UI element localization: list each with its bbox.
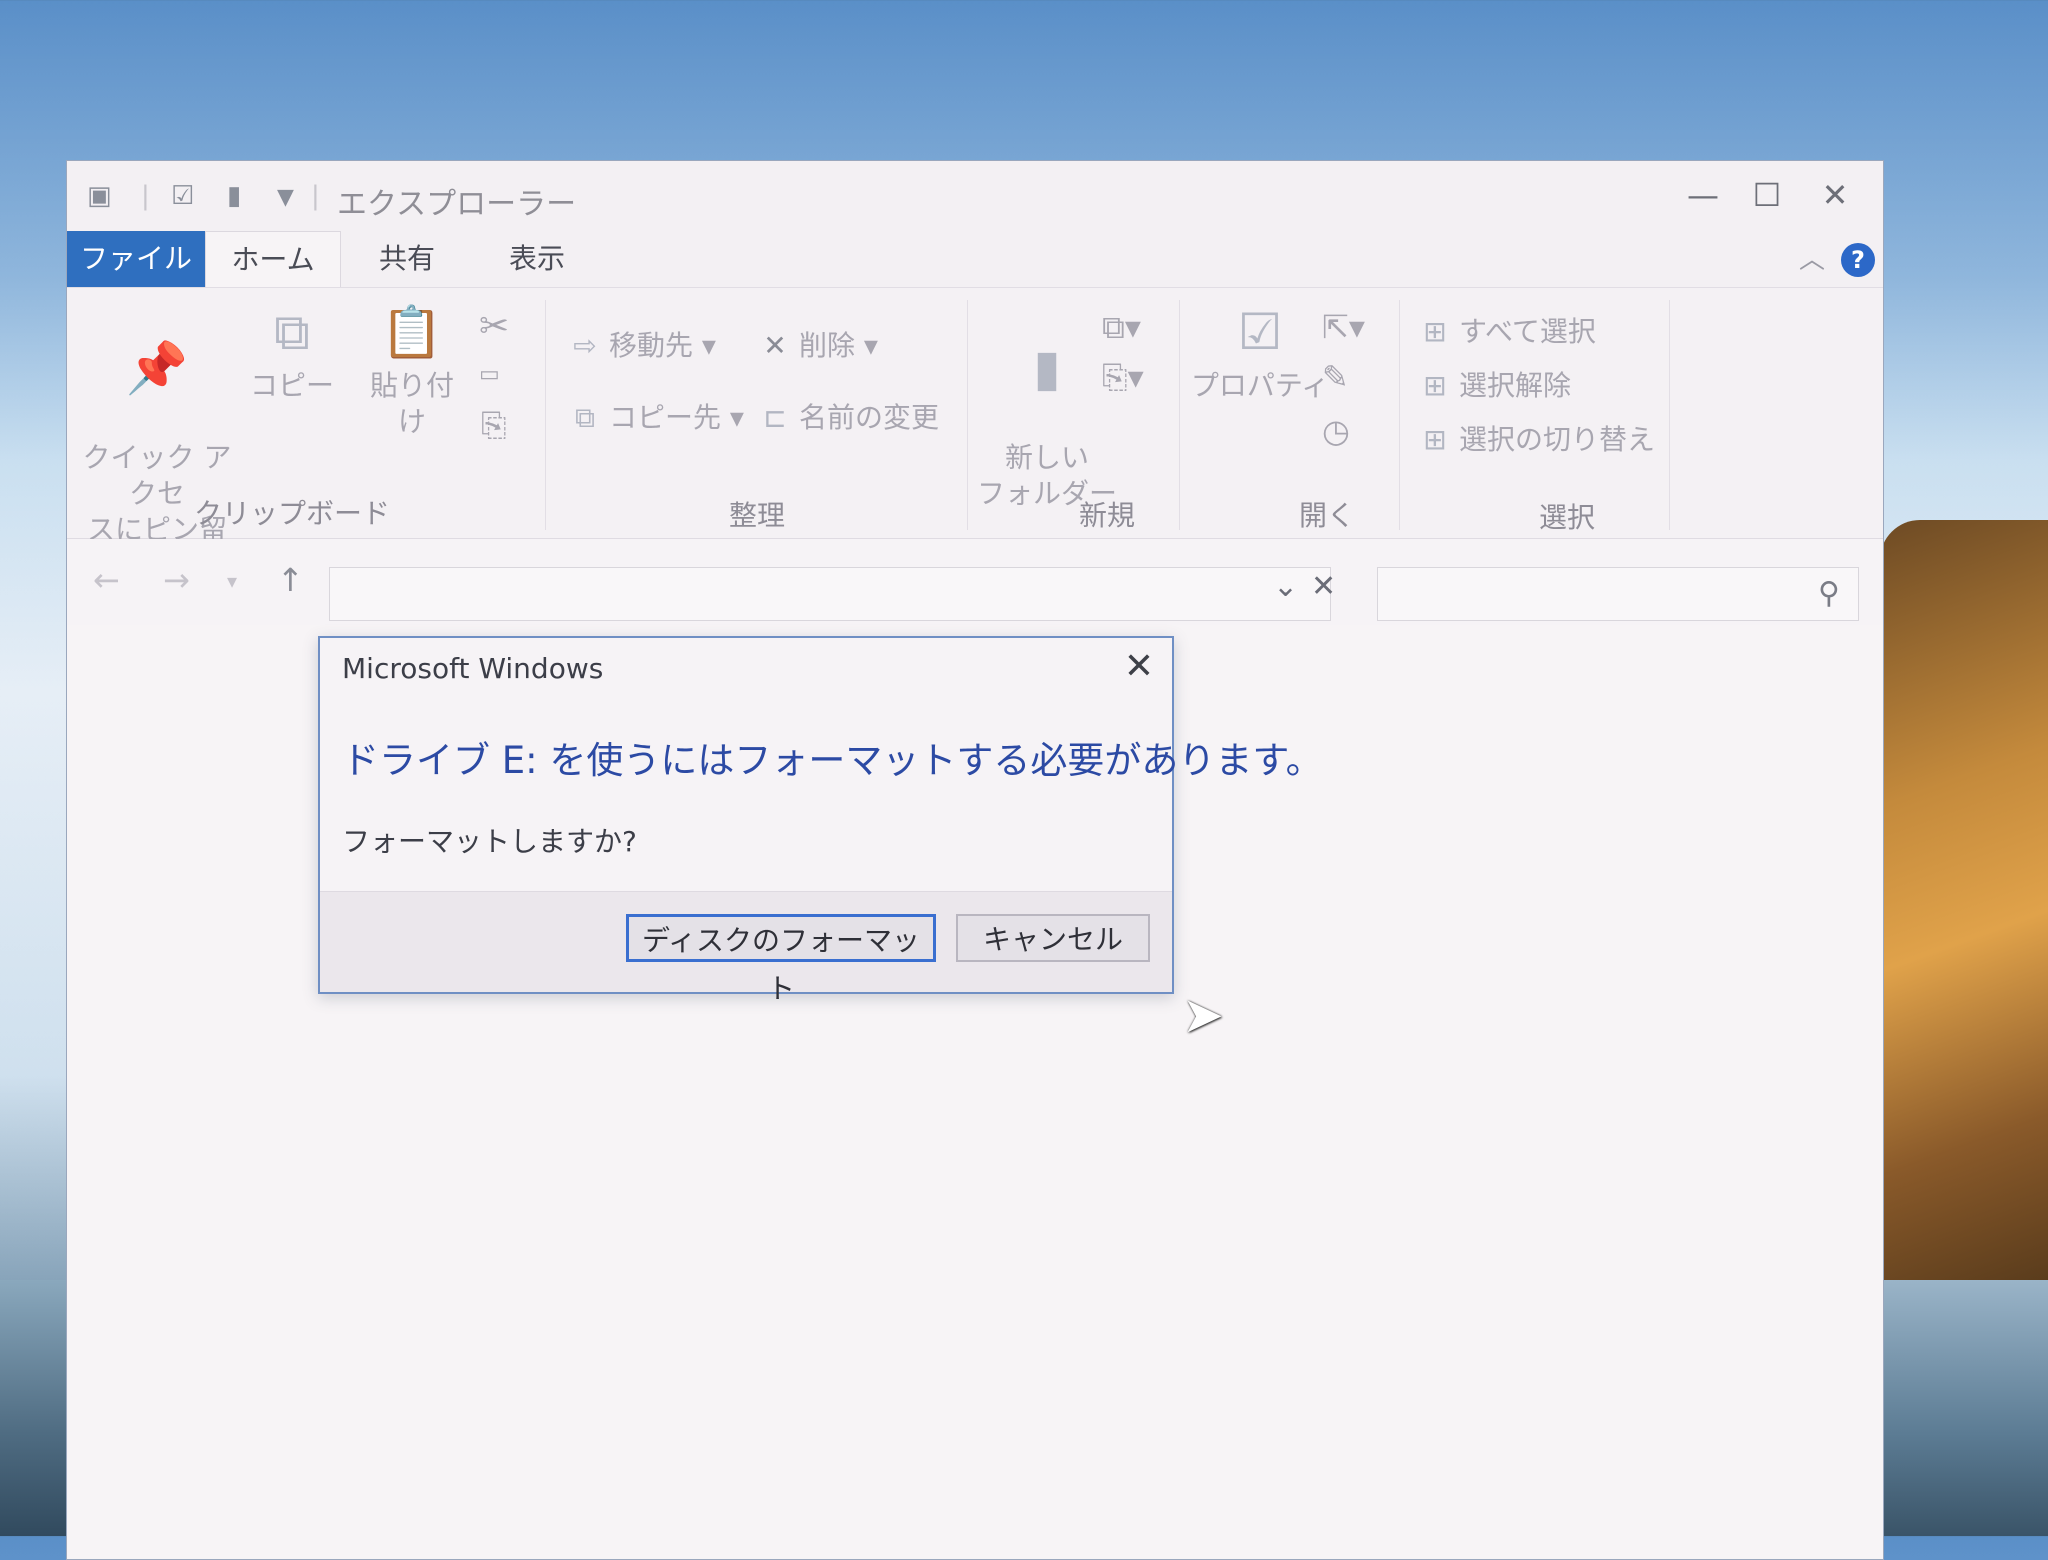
ribbon-separator (1179, 300, 1180, 530)
move-to-icon: ⇨ (573, 329, 597, 362)
search-icon: ⚲ (1818, 576, 1840, 611)
rename-label: 名前の変更 (799, 401, 940, 434)
cancel-button[interactable]: キャンセル (956, 914, 1150, 962)
ribbon-separator (1399, 300, 1400, 530)
select-none-icon: ⊞ (1423, 369, 1447, 402)
customize-quick-access-icon[interactable]: ▼ (277, 185, 294, 215)
move-to-label: 移動先 (609, 329, 694, 362)
copy-to-icon: ⧉ (575, 401, 595, 434)
collapse-ribbon-icon[interactable]: ︿ (1799, 239, 1825, 276)
new-group-label: 新規 (1078, 499, 1135, 532)
ribbon-separator (545, 300, 546, 530)
dialog-close-icon[interactable]: ✕ (1124, 646, 1154, 687)
minimize-button[interactable]: — (1673, 173, 1733, 217)
back-arrow-icon[interactable]: ← (93, 561, 120, 599)
copy-path-icon[interactable]: ▭ (479, 362, 500, 387)
properties-quick-icon[interactable]: ☑ (171, 181, 194, 211)
easy-access-icon[interactable]: ⎘▾ (1102, 358, 1144, 397)
tab-home[interactable]: ホーム (205, 231, 341, 287)
delete-label: 削除 (799, 329, 856, 362)
navigation-bar: ← → ▾ ↑ ⌄ ✕ ⚲ (67, 539, 1883, 625)
search-input[interactable]: ⚲ (1377, 567, 1859, 621)
pin-icon: 📌 (125, 339, 189, 397)
rename-button[interactable]: ⊏ 名前の変更 (757, 396, 939, 436)
history-icon[interactable]: ◷ (1322, 412, 1350, 450)
mouse-pointer-icon: ➤ (1182, 986, 1224, 1044)
delete-icon: ✕ (763, 329, 787, 362)
select-none-label: 選択解除 (1459, 369, 1572, 402)
maximize-button[interactable]: ☐ (1737, 173, 1797, 217)
window-app-icon[interactable]: ▣ (87, 181, 112, 211)
copy-icon: ⧉ (274, 303, 310, 361)
tab-view[interactable]: 表示 (487, 231, 587, 287)
clipboard-paste-icon: 📋 (380, 303, 444, 361)
window-title: エクスプローラー (337, 187, 577, 222)
address-dropdown-icon[interactable]: ⌄ (1273, 569, 1298, 604)
dialog-footer: ディスクのフォーマット キャンセル (320, 891, 1172, 1005)
copy-to-label: コピー先 (609, 401, 722, 434)
properties-check-icon: ☑ (1237, 303, 1283, 361)
select-all-icon: ⊞ (1423, 315, 1447, 348)
new-folder-quick-icon[interactable]: ▮ (227, 181, 241, 211)
open-group-label: 開く (1298, 499, 1355, 532)
divider: | (141, 181, 150, 211)
desktop-sea-right (1880, 1280, 2048, 1536)
address-clear-icon[interactable]: ✕ (1311, 569, 1336, 604)
rename-icon: ⊏ (763, 401, 787, 434)
address-bar[interactable] (329, 567, 1331, 621)
tab-share[interactable]: 共有 (357, 231, 457, 287)
ribbon-separator (967, 300, 968, 530)
tab-file[interactable]: ファイル (67, 231, 205, 287)
help-icon[interactable]: ? (1841, 243, 1875, 277)
properties-button[interactable]: ☑ プロパティ (1185, 302, 1335, 404)
copy-label: コピー (249, 369, 334, 402)
ribbon-separator (1669, 300, 1670, 530)
ribbon-tabs: ファイル ホーム 共有 表示 ︿ ? (67, 231, 1883, 288)
up-arrow-icon[interactable]: ↑ (277, 561, 304, 599)
edit-icon[interactable]: ✎ (1322, 358, 1349, 396)
select-none-button[interactable]: ⊞ 選択解除 (1417, 364, 1571, 404)
new-folder-button[interactable]: ▮ 新しい フォルダー (972, 302, 1122, 512)
open-icon[interactable]: ⇱▾ (1322, 308, 1365, 346)
properties-label: プロパティ (1190, 369, 1330, 402)
divider: | (311, 181, 320, 211)
desktop-cliff (1880, 520, 2048, 1280)
close-button[interactable]: ✕ (1805, 173, 1865, 217)
new-folder-icon: ▮ (1033, 339, 1061, 397)
forward-arrow-icon[interactable]: → (163, 561, 190, 599)
new-item-icon[interactable]: ⧉▾ (1102, 308, 1141, 347)
move-to-button[interactable]: ⇨ 移動先 ▾ (567, 324, 716, 364)
format-dialog: Microsoft Windows ✕ ドライブ E: を使うにはフォーマットす… (318, 636, 1323, 1005)
cut-icon[interactable]: ✂ (479, 306, 509, 347)
delete-button[interactable]: ✕ 削除 ▾ (757, 324, 878, 364)
copy-button[interactable]: ⧉ コピー (247, 302, 337, 404)
invert-selection-icon: ⊞ (1423, 423, 1447, 456)
dialog-question: フォーマットしますか? (342, 825, 637, 858)
format-disk-button[interactable]: ディスクのフォーマット (626, 914, 936, 1005)
dialog-title: Microsoft Windows (342, 652, 604, 685)
paste-shortcut-icon[interactable]: ⎘ (481, 406, 507, 445)
select-group-label: 選択 (1538, 501, 1595, 534)
invert-selection-label: 選択の切り替え (1459, 423, 1656, 456)
organize-group-label: 整理 (728, 499, 785, 532)
copy-to-button[interactable]: ⧉ コピー先 ▾ (567, 396, 744, 436)
recent-locations-icon[interactable]: ▾ (227, 569, 237, 593)
dialog-message: ドライブ E: を使うにはフォーマットする必要があります。 (342, 739, 1323, 782)
clipboard-group-label: クリップボード (193, 497, 390, 530)
select-all-label: すべて選択 (1459, 315, 1596, 348)
paste-label: 貼り付け (369, 369, 454, 438)
title-bar: ▣ | ☑ ▮ ▼ | エクスプローラー — ☐ ✕ (67, 161, 1883, 231)
ribbon: 📌 クイック アクセ スにピン留め ⧉ コピー 📋 貼り付け ✂ ▭ ⎘ クリッ… (67, 288, 1883, 582)
paste-button[interactable]: 📋 貼り付け (357, 302, 467, 440)
select-all-button[interactable]: ⊞ すべて選択 (1417, 310, 1596, 350)
desktop-sea-left (0, 1280, 70, 1536)
invert-selection-button[interactable]: ⊞ 選択の切り替え (1417, 418, 1655, 458)
